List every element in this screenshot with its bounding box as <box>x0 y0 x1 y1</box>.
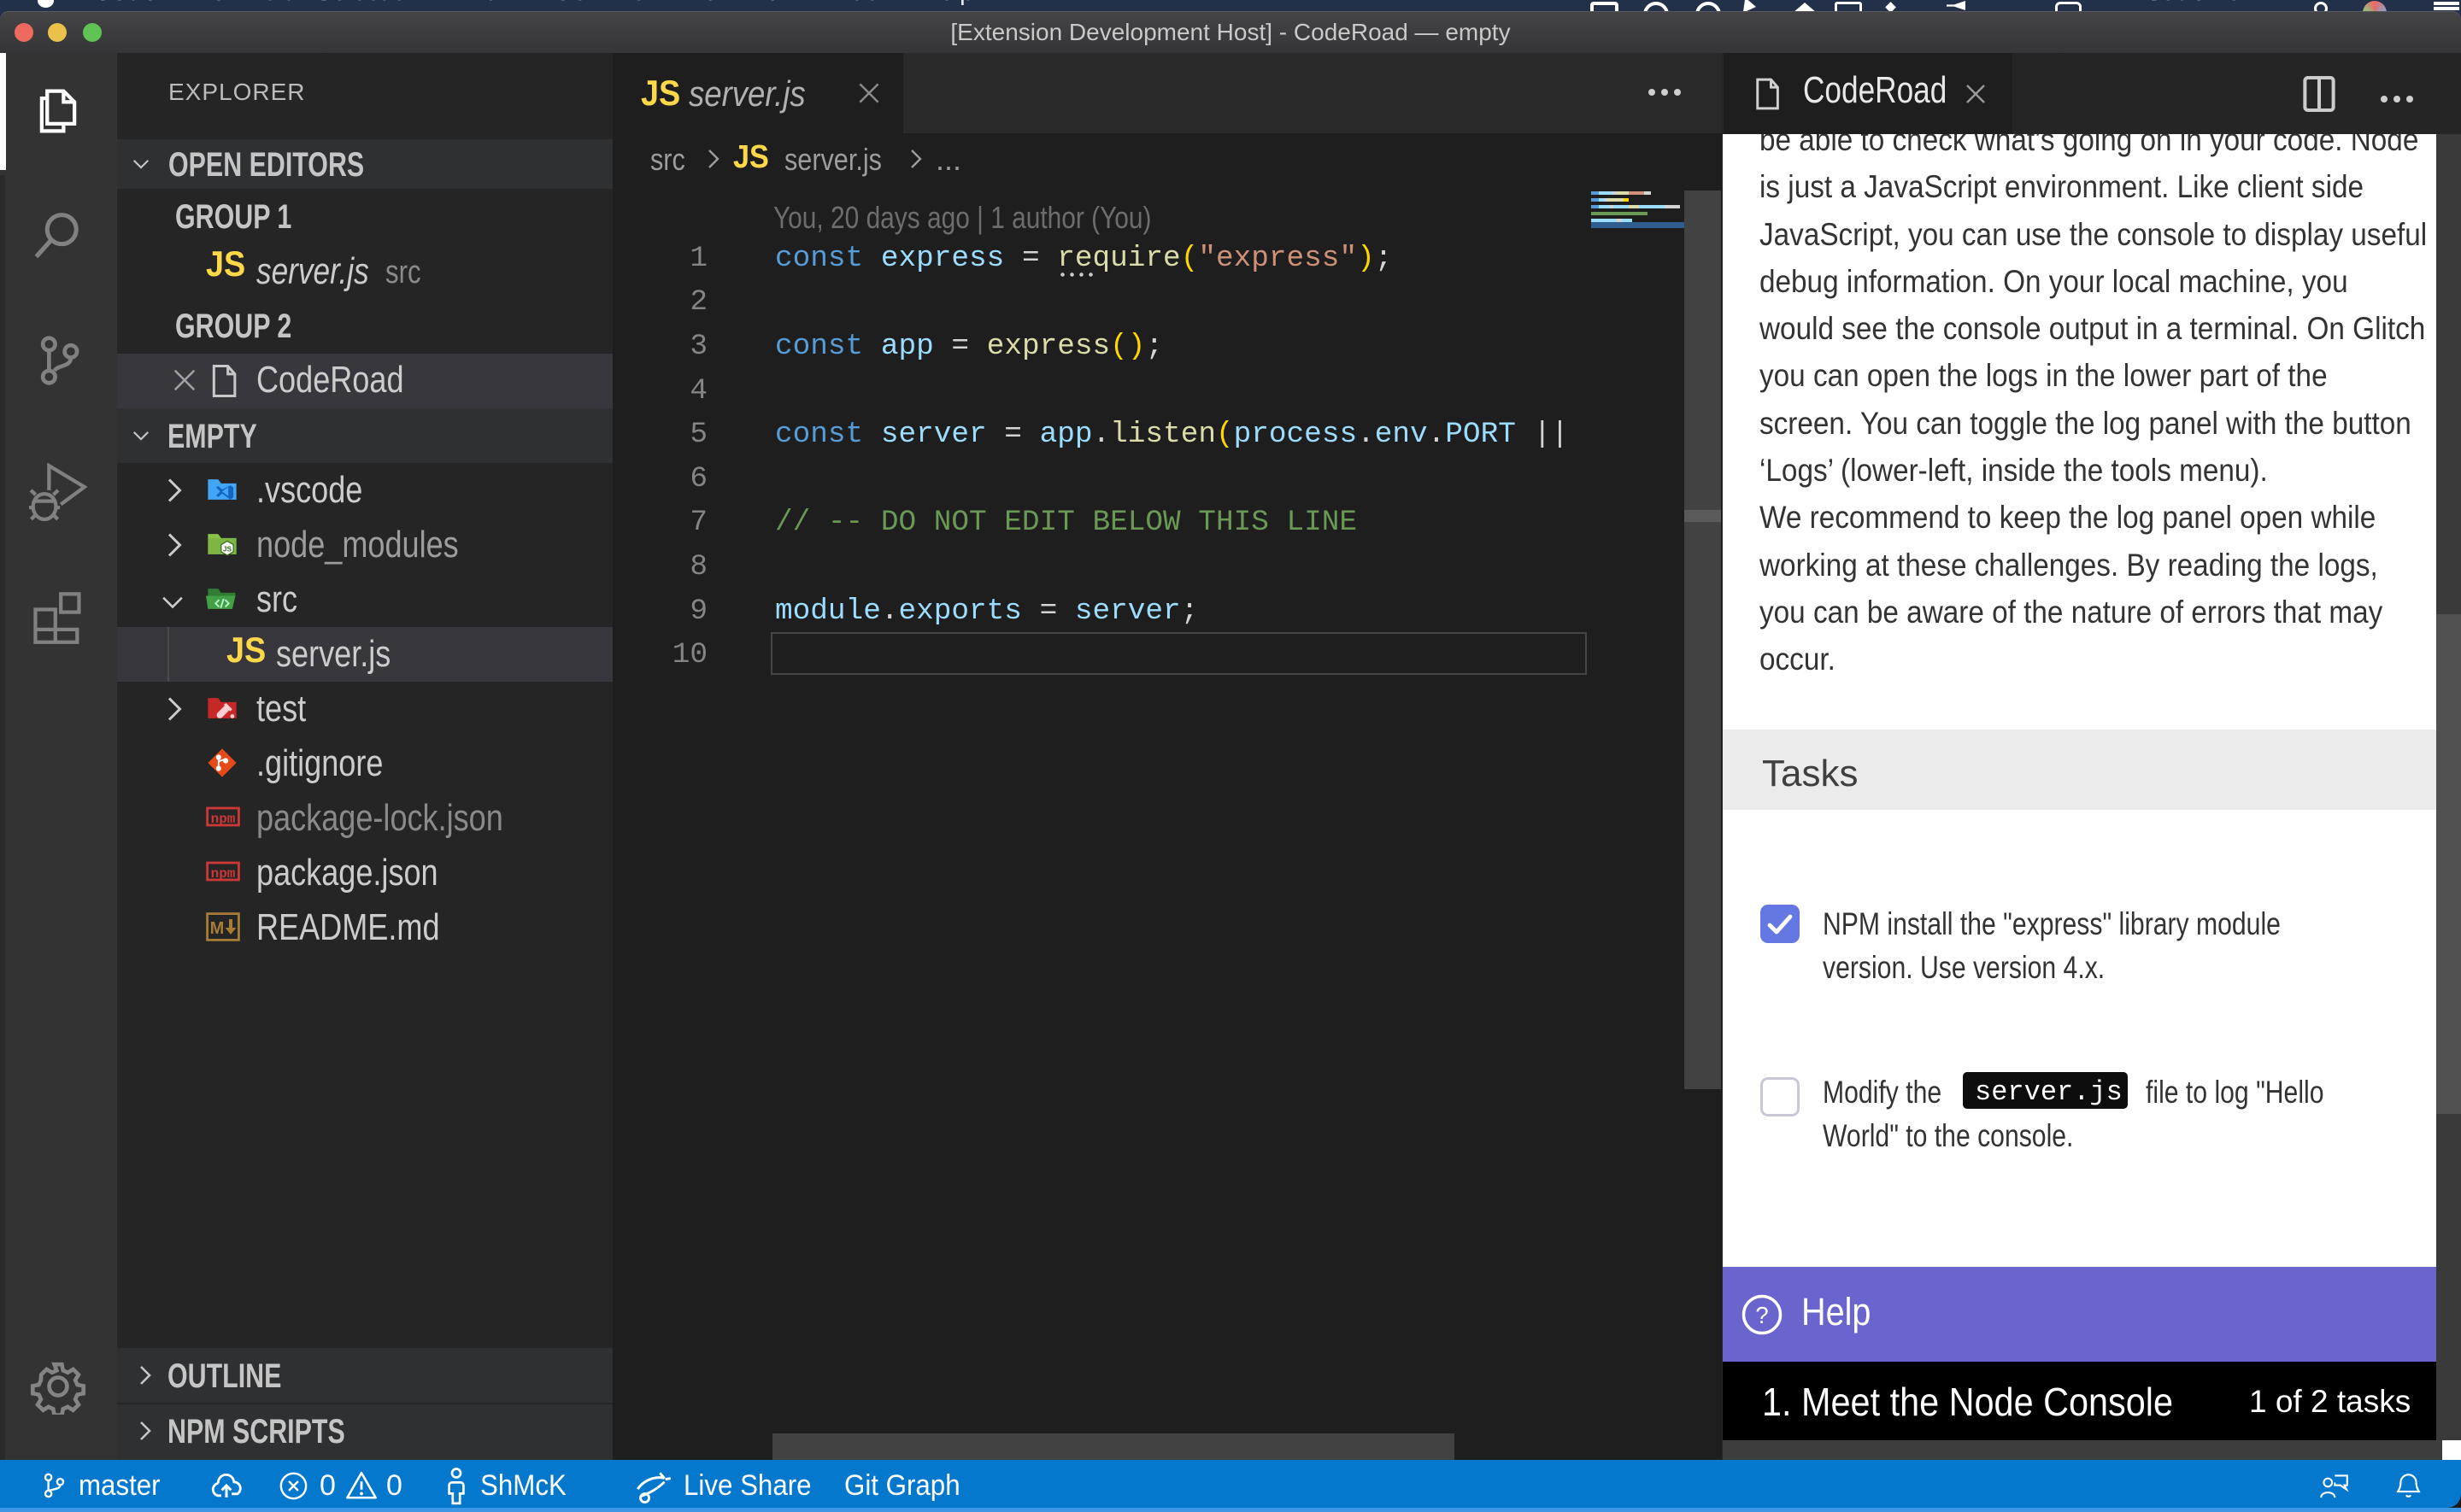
svg-text:npm: npm <box>211 866 236 882</box>
svg-text:?: ? <box>1755 1302 1768 1328</box>
svg-text:JS: JS <box>223 544 232 553</box>
svg-text:npm: npm <box>211 812 236 827</box>
svg-text:M: M <box>210 919 225 938</box>
